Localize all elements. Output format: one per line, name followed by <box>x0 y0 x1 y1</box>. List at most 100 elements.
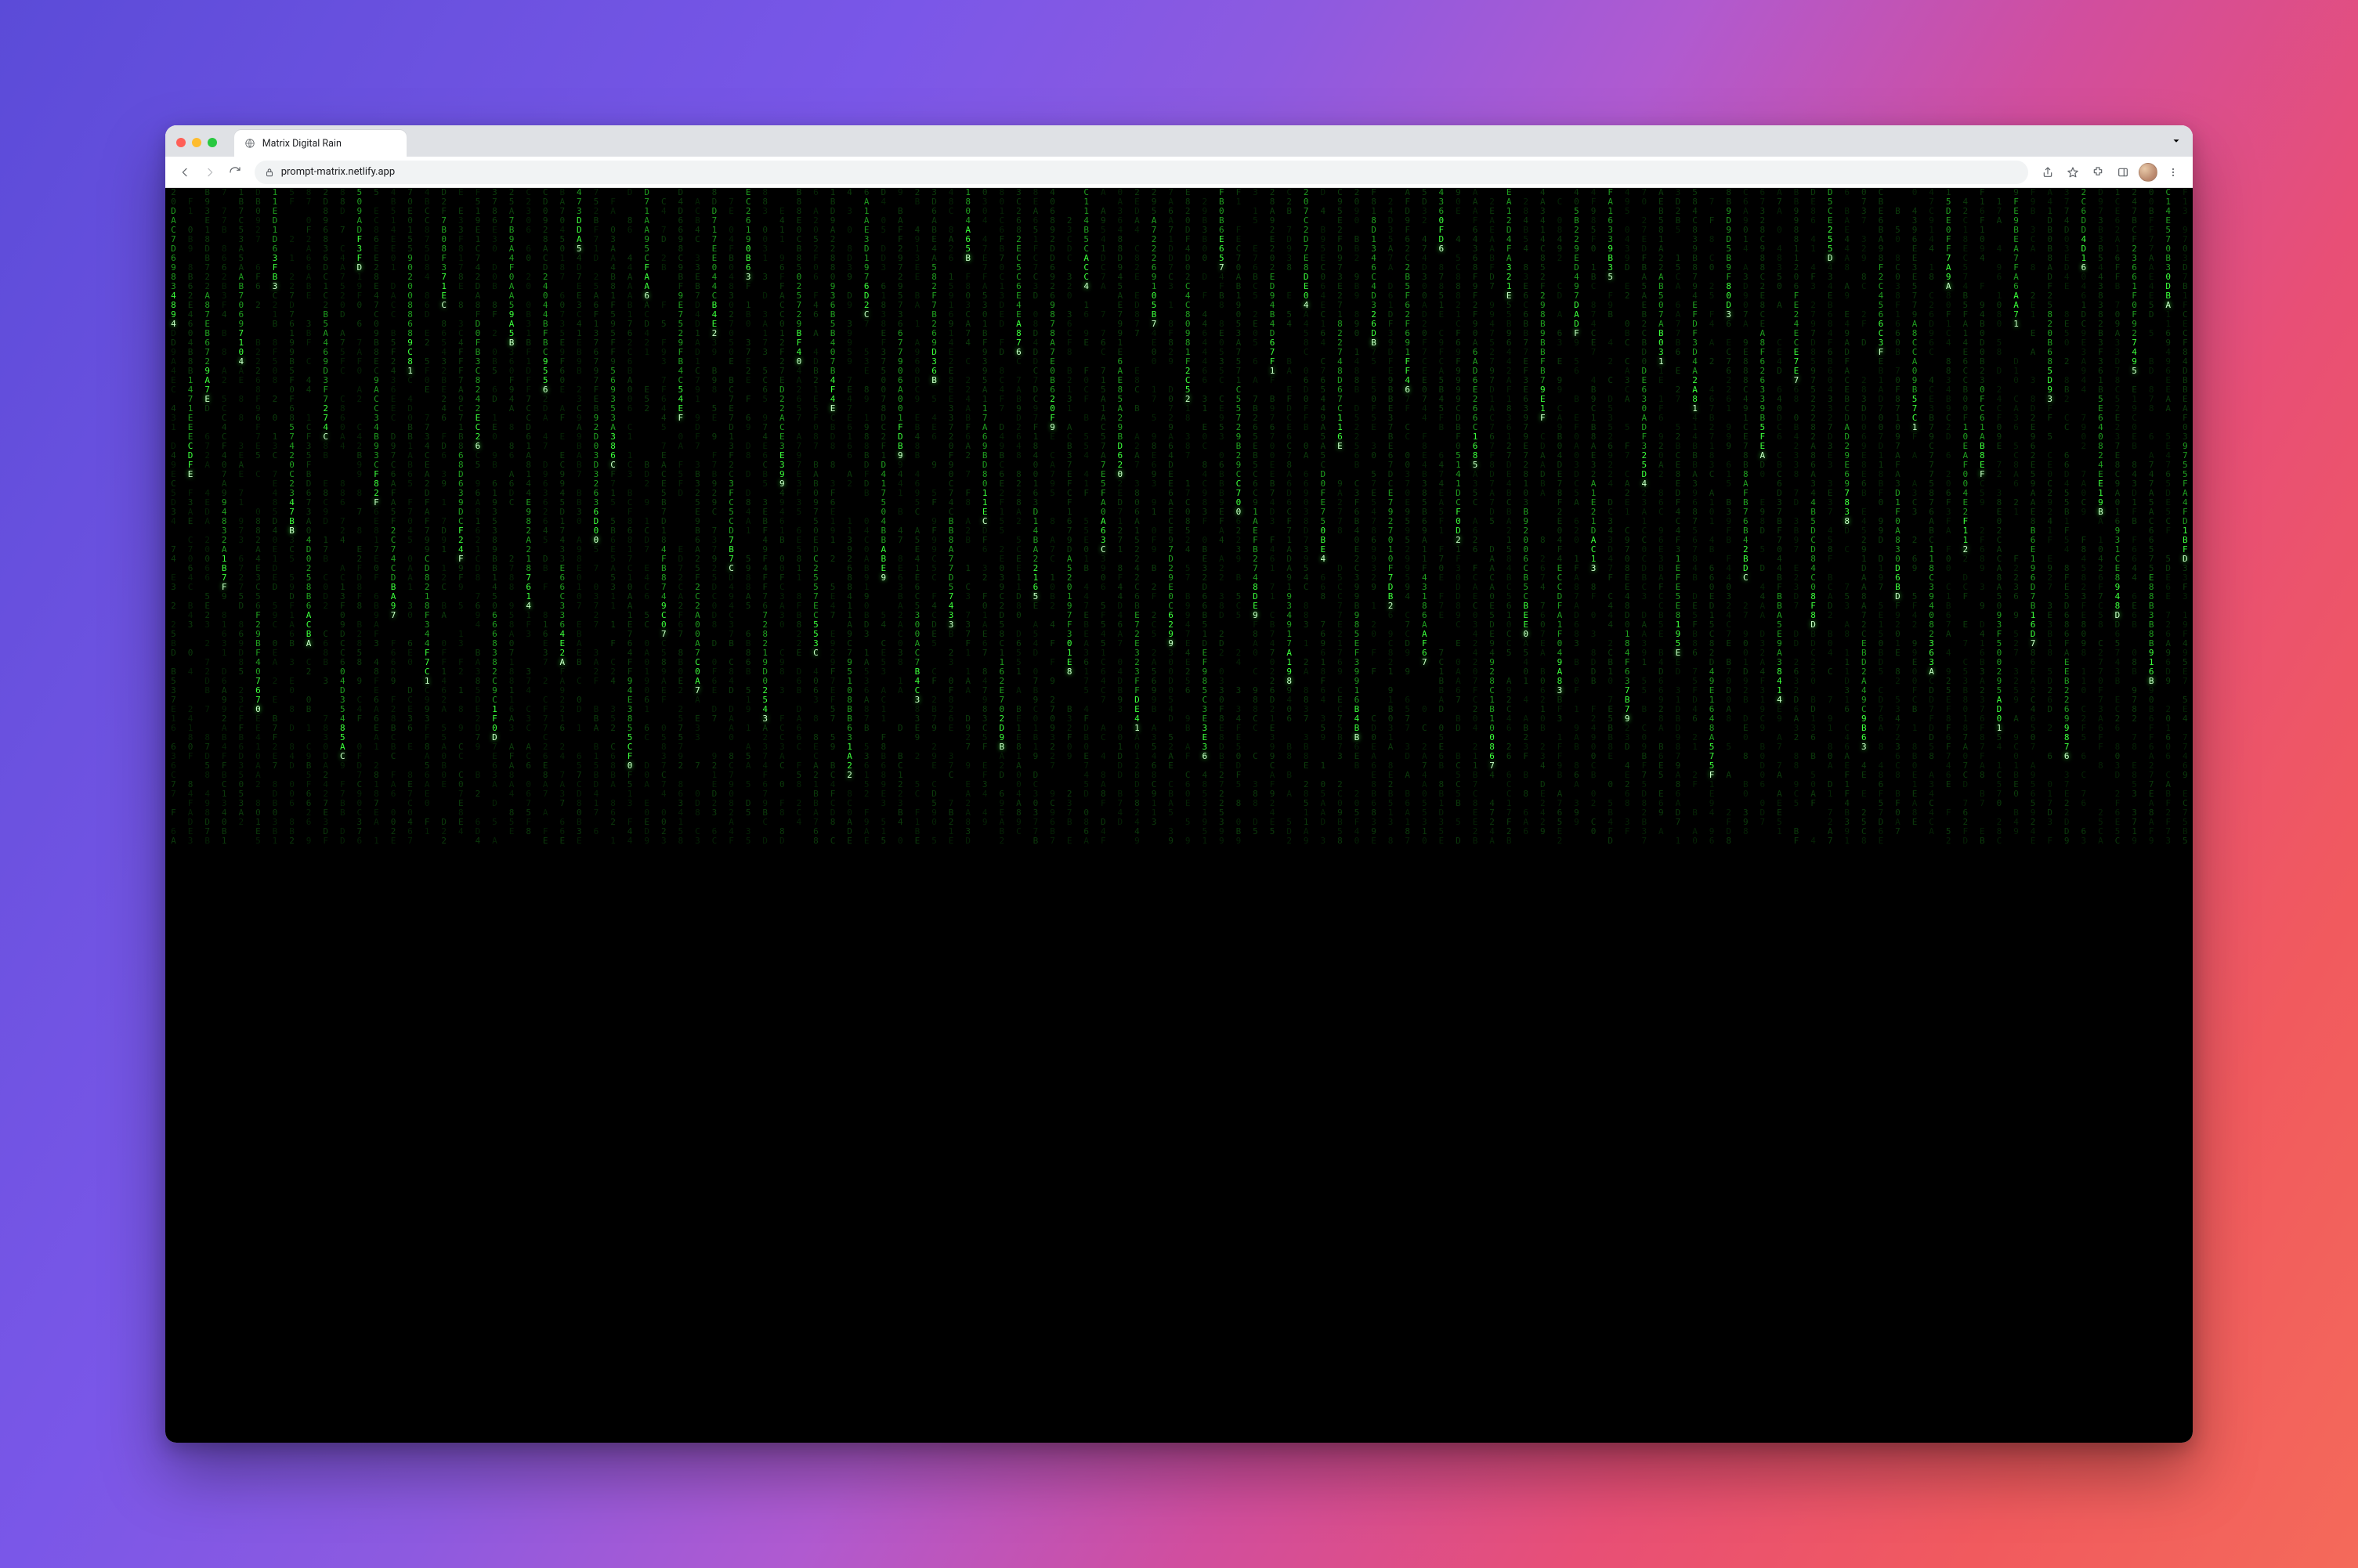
avatar <box>2139 163 2157 182</box>
rain-column: 752BF71D 25A6F1376797FEB92D03D32636D005 … <box>588 188 605 1443</box>
rain-column: 473DDA54D7EE3C41EB9B 23C9A9BAB7 BB30 A98… <box>571 188 588 1443</box>
rain-column: A7A 0 48350 A CE4D 640DC6 CBC6D37BF7044B… <box>1771 188 1788 1443</box>
tab-title: Matrix Digital Rain <box>262 138 342 150</box>
menu-button[interactable] <box>2161 161 2185 184</box>
rain-column: 20DAC7D69834894DD9A4EC 431 D49EC5D34 74 … <box>165 188 183 1443</box>
rain-column: 406892DD69269878A7E0B620F9E CA795 8 A7C … <box>1044 188 1061 1443</box>
profile-button[interactable] <box>2136 161 2160 184</box>
rain-column: C6A9014 A3D907A 9E888C491CE78B8AFB76B42B… <box>1737 188 1754 1443</box>
rain-column: 6A1AE3D1976D2C7 53E 89 1988BDFDB 04C0AB9… <box>858 188 875 1443</box>
page-viewport: 20DAC7D69834894DD9A4EC 431 D49EC5D34 74 … <box>165 188 2193 1443</box>
rain-column: FB0B6E6574FB8 8E0535C CE953 06BBB9EFA4 A… <box>1213 188 1231 1443</box>
toolbar-right <box>2036 161 2185 184</box>
rain-column: 883 0031 3 D 3A173 5C65 974E6CB5 3EBF49F… <box>757 188 774 1443</box>
rain-column: D4 05 DD3 61838EF3750078DC2F1D417504BBAB… <box>875 188 892 1443</box>
rain-column: D 86 44AAAB1762C6BA006 C1 1C3 BCF86817C1… <box>621 188 638 1443</box>
forward-button[interactable] <box>198 161 222 184</box>
rain-column: 29B3B00 D F 44644466 31 E0C 84C983F 0BE3… <box>1196 188 1213 1443</box>
rain-column: 2EAEAABFD7 994752797D1AC767F8D7A7D5 DAAC… <box>1484 188 1501 1443</box>
rain-column: BA70450187 60735E9F60E AF E EC9945D17433… <box>554 188 571 1443</box>
window-controls <box>176 138 217 147</box>
window-maximize-button[interactable] <box>208 138 217 147</box>
rain-column: 3786E30 D0B 8F 2 0B5 6D 1E0 9B 61935389B… <box>486 188 504 1443</box>
rain-column: 90E 4 5C88821CF69F9999CDBF05141DCF0D21F3… <box>1450 188 1467 1443</box>
rain-column: 42C18EC574B5FA14E6CCB00F10EAF004E2F1122 … <box>1957 188 1974 1443</box>
rain-column: C4 7D 2B F 5 F93 7F6445 7EACE5B7D184FB87… <box>655 188 672 1443</box>
rain-column: 4B514EE01 DACC B5F2436EEC D97C6AFA5F2C74… <box>385 188 402 1443</box>
rain-column: 1B7C53A5AAB70697104AE 8 8 3EAE 71 973 67… <box>233 188 250 1443</box>
rain-column: 3C2682EC5C6E4EA876C 7AB9D2648 8228A2 5CE… <box>1011 188 1028 1443</box>
extensions-button[interactable] <box>2086 161 2110 184</box>
rain-column: D5CE255D434EB684F6B6043327D3E3 3E37 458F… <box>1821 188 1839 1443</box>
rain-column: CBE6BA98F2C4566C3FEB1AD7007D118BF0 99D D… <box>1872 188 1890 1443</box>
rain-column: 2C6DD4D160461DC9E3A944 7902 7A0C9 F84582… <box>2075 188 2092 1443</box>
reload-button[interactable] <box>223 161 247 184</box>
rain-column: 247BCF23661F0F927495 E19C0EB 843D1FB F66… <box>2126 188 2143 1443</box>
rain-column: 207C2D7E8DE04A458C 06D0FFB 0A 669038D739… <box>1297 188 1315 1443</box>
rain-column: F16F1094 F 94B0D0B230FC61AB8EFC59 2F689 … <box>1974 188 1991 1443</box>
rain-column: D71AA95CFAA6ACD421 E52 BD2 9 1CD7 E4C6 5… <box>638 188 656 1443</box>
rain-column: 4 3 0 8D39 D9 39959 7E47E6166 A2 1139268… <box>841 188 859 1443</box>
rain-column: 0737 329 8C 2F D 283DD069E8E6B E45291DAA… <box>1856 188 1873 1443</box>
rain-column: F818D1346C4D326DB75 E50F5E 30 57E5478699… <box>1365 188 1383 1443</box>
rain-column: EC26190B63F 1B0 37E2E F 69 D8 D D84A1 59… <box>740 188 757 1443</box>
window-minimize-button[interactable] <box>192 138 201 147</box>
share-button[interactable] <box>2036 161 2060 184</box>
rain-column: 15DE0FF7A9A80F1C4 8834B9C2D 6 206F3FA F0… <box>1940 188 1957 1443</box>
rain-column: 2B 4913EE BA 1 A960DC9 EB48B 4695C A5E41… <box>909 188 926 1443</box>
rain-column: 70E01559020088689C81C 4D0BB1AB65 F7045 0… <box>402 188 419 1443</box>
rain-column: AFD9F62C2B5F62F691FF467F CC 00370E959529… <box>1399 188 1416 1443</box>
rain-column: BB998811206FE24ECE7E768 0B42338 7D 3B97 … <box>1788 188 1805 1443</box>
rain-column: F13 9703D7B1FCECF84DBBEAF039755FA4FD1BFD… <box>2177 188 2193 1443</box>
rain-column: C95E2FD973E271822748D67C116E 9A2778 D5CC… <box>1332 188 1349 1443</box>
tab-close-button[interactable] <box>386 137 399 150</box>
address-bar[interactable]: prompt-matrix.netlify.app <box>255 161 2029 184</box>
rain-column: B93E18DB722A87EB6729A7ED 672A 4EDA 20066… <box>199 188 216 1443</box>
rain-column: 4BCC875D84 86D E2 5F0E 7734CEA2DFAF799CD… <box>418 188 436 1443</box>
rain-column: 7 77B 8662B3F4 B 8 A2 5CC4CF407A994832A1… <box>215 188 233 1443</box>
rain-column: 8DD717EE044CB4E239 B98 5E 9 F7B929C 7379… <box>706 188 723 1443</box>
bookmark-button[interactable] <box>2061 161 2085 184</box>
rain-column: FA16339B35 F9B 4 2 C D535269224 DC343D47… <box>1602 188 1619 1443</box>
rain-column: F519E1C742DA8FD0FB3C8242EC26C5 96A81621C… <box>469 188 486 1443</box>
rain-column: AEB581A22AB507AB0311E 1F6 920A2 86C 96E3… <box>1653 188 1670 1443</box>
rain-column: 17A 4 96 1080 58 D 24CF09E 72 38E02CACA8… <box>1991 188 2008 1443</box>
browser-tab-active[interactable]: Matrix Digital Rain <box>234 130 407 157</box>
rain-column: C2306 60 20 0B31BF1DFF7CCD61A8144E982A21… <box>520 188 537 1443</box>
rain-column: F1 0B9 8B62E4604B8B1471EEECDFE F3AE C706… <box>182 188 199 1443</box>
rain-column: 295A722269105B74E00 17 5 98E693 91 0F9 B… <box>1145 188 1163 1443</box>
rain-column: 509ADF3FD19F0 6 7AF0 A2 C42B99 8 7 8 E2F… <box>351 188 368 1443</box>
rain-column: F1 FEC70AB19053A7571C55729B29CC70062239 … <box>1230 188 1247 1443</box>
rain-column: 67328C988C2E8CEA8F626339B5FEAD0 E98D 5 D… <box>1754 188 1771 1443</box>
rain-column: 8B9D9D5B9F80D36 EC762261 999 615 B39FB F… <box>1720 188 1738 1443</box>
rain-column: AAAF64368F9F2F90A6AD6E266C1685A35C A626 … <box>1467 188 1484 1443</box>
rain-column: 8EA651FC7C3D 08D4DDC7DC97F18400163D14BA2… <box>1027 188 1044 1443</box>
rain-column: 4360FD6 87851E C9FCA5B45FB 6474EA5F1 F70… <box>1433 188 1450 1443</box>
rain-column: 6 A2052F06 F46 A 4DB21E5F087 BAB09750EDC… <box>808 188 825 1443</box>
rain-column: 584C839B8794EFDF3D4A2A81414BBBA396875678… <box>1687 188 1704 1443</box>
rain-column: 88D 7 C4A7520D A75FC C860A4 886 724 AC13… <box>334 188 351 1443</box>
rain-column: 5 EC86EE28E47C09B8EC9ACC34B93CF82F6E817E… <box>368 188 385 1443</box>
rain-column: DE86 41 4F3 2797D8597522282A86A344B5DCD8… <box>1805 188 1822 1443</box>
rain-column: E820DF4D02C4C80981F2C5218 387 17C08524 5… <box>1179 188 1196 1443</box>
rain-column: EA12D4FA321E55B96442AF1836127DE4BCBA2158… <box>1500 188 1517 1443</box>
window-close-button[interactable] <box>176 138 186 147</box>
rain-column: 0304 47E7FA5301BF9395A117A69BD8011ECDF6 … <box>976 188 993 1443</box>
rain-column: 2D896836DC1C2B5A469D3F7274C8B E8C9D 17B … <box>317 188 335 1443</box>
rain-column: E E33F8178E 8 3C4FFF7A9C71B868D639DCF24F… <box>453 188 470 1443</box>
lock-icon <box>264 167 275 178</box>
rain-column: 28A92E202ED94B4D67F1F B976700EEB74D3 F46… <box>1264 188 1281 1443</box>
tab-list-button[interactable] <box>2171 135 2182 149</box>
new-tab-button[interactable] <box>414 132 436 154</box>
tab-strip: Matrix Digital Rain <box>165 125 2193 157</box>
rain-column: 801C6FB70C13DED FD 8C4F7 D49BC6E2F155 2E… <box>993 188 1011 1443</box>
rain-column: 7A6A71DD7C3 1 8F829 D0729A64DEE6AECE97D2… <box>1163 188 1180 1443</box>
rain-column: 7 F 8 C0 25 F4 A 2 467B27183C A101 4B 66… <box>1703 188 1720 1443</box>
rain-column: 3D6ABE4A582F7B269D36B 5 4E6 9 5F 9F99C5C… <box>926 188 943 1443</box>
url-text: prompt-matrix.netlify.app <box>281 166 395 178</box>
rain-column: 25A7B9A4F0AA59A5B360F94A 8 86 A6DC 2788 … <box>503 188 520 1443</box>
rain-column: 0 4396EE3E5779A8CCA09B57C1F A A3C3 2 69 … <box>1906 188 1923 1443</box>
rain-column: A A9541DC7A 7 76C 715A1AC57A7E5FA0A63C39… <box>1095 188 1112 1443</box>
side-panel-button[interactable] <box>2111 161 2135 184</box>
back-button[interactable] <box>173 161 197 184</box>
